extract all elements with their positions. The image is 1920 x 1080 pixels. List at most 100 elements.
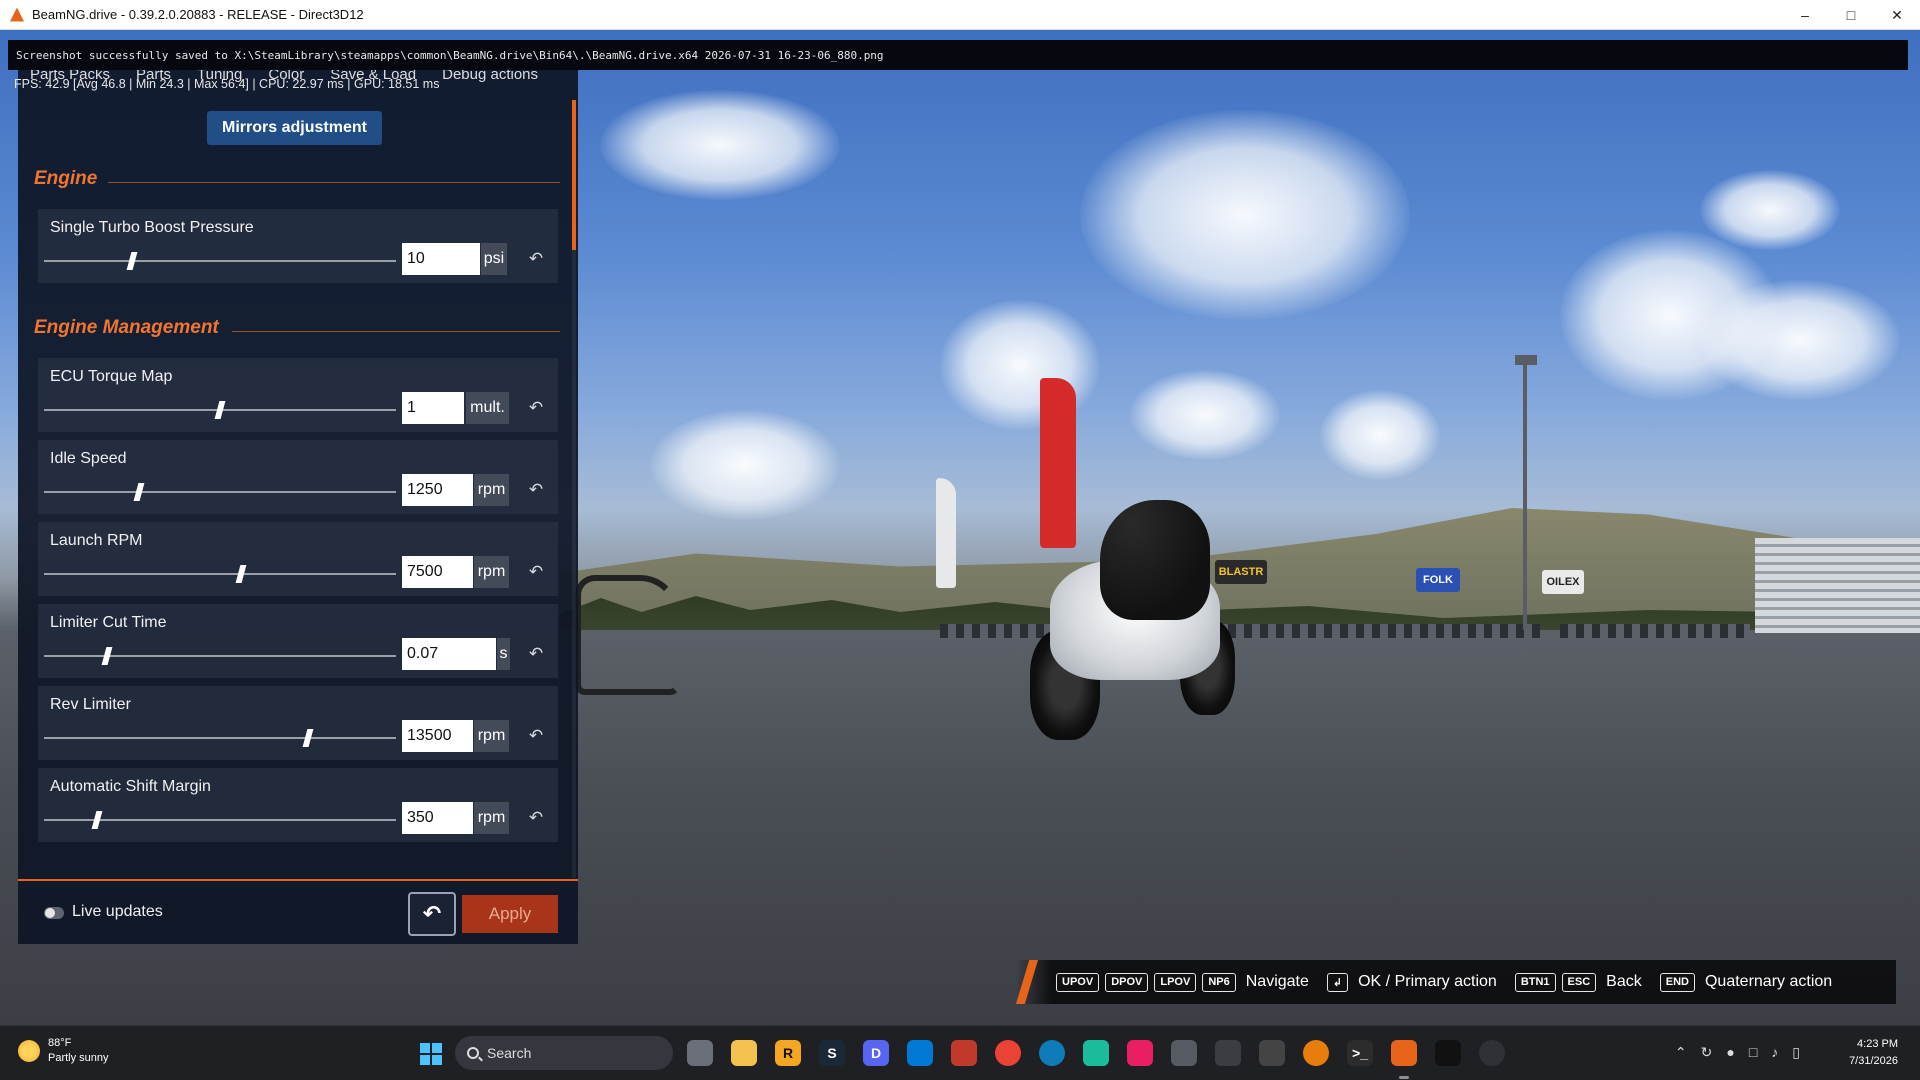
game-launcher-icon[interactable] bbox=[951, 1040, 977, 1066]
reset-icon[interactable]: ↶ bbox=[523, 392, 549, 424]
close-button[interactable]: ✕ bbox=[1874, 0, 1920, 30]
key-lpov: LPOV bbox=[1154, 972, 1197, 992]
sync-icon[interactable]: ↻ bbox=[1701, 1044, 1713, 1061]
reset-icon[interactable]: ↶ bbox=[523, 802, 549, 834]
maximize-button[interactable]: □ bbox=[1828, 0, 1874, 30]
light-pole-head bbox=[1515, 355, 1537, 365]
task-view-icon[interactable] bbox=[687, 1040, 713, 1066]
taskbar-search[interactable]: Search bbox=[455, 1036, 673, 1070]
cloud bbox=[1080, 110, 1410, 320]
rockstar-launcher-icon[interactable]: R bbox=[775, 1040, 801, 1066]
unit-label: rpm bbox=[474, 720, 509, 752]
grandstand bbox=[1755, 538, 1920, 633]
app-icon[interactable] bbox=[1171, 1040, 1197, 1066]
edge-icon[interactable] bbox=[1039, 1040, 1065, 1066]
slider-track[interactable] bbox=[44, 260, 396, 262]
section-title-engine: Engine bbox=[34, 168, 98, 189]
chrome-icon[interactable] bbox=[995, 1040, 1021, 1066]
value-input[interactable]: 350 bbox=[402, 802, 473, 834]
taskbar-clock[interactable]: 4:23 PM 7/31/2026 bbox=[1849, 1036, 1898, 1070]
controller-hints-bar: UPOV DPOV LPOV NP6 Navigate ↲ OK / Prima… bbox=[1016, 960, 1896, 1004]
key-btn1: BTN1 bbox=[1514, 972, 1556, 992]
track-barrier bbox=[1560, 624, 1750, 638]
live-updates-toggle[interactable] bbox=[44, 907, 64, 919]
cloud bbox=[1700, 170, 1840, 250]
hint-back[interactable]: Back bbox=[1606, 973, 1642, 991]
value-input[interactable]: 7500 bbox=[402, 556, 473, 588]
reset-icon[interactable]: ↶ bbox=[523, 720, 549, 752]
volume-icon[interactable]: ♪ bbox=[1771, 1044, 1778, 1061]
tuning-row-turbo-boost: Single Turbo Boost Pressure 10 psi ↶ bbox=[38, 209, 558, 283]
slider-track[interactable] bbox=[44, 573, 396, 575]
chevron-up-icon[interactable]: ⌃ bbox=[1675, 1044, 1687, 1061]
slider-track[interactable] bbox=[44, 491, 396, 493]
reset-icon[interactable]: ↶ bbox=[523, 638, 549, 670]
unit-label: rpm bbox=[474, 474, 509, 506]
live-updates-label: Live updates bbox=[72, 903, 163, 920]
discord-icon[interactable]: D bbox=[863, 1040, 889, 1066]
section-divider bbox=[108, 182, 560, 183]
slider-track[interactable] bbox=[44, 655, 396, 657]
row-label: Limiter Cut Time bbox=[50, 614, 167, 631]
rider bbox=[1100, 500, 1210, 620]
hint-quaternary-action[interactable]: Quaternary action bbox=[1705, 973, 1832, 991]
key-np6: NP6 bbox=[1202, 972, 1236, 992]
battery-icon[interactable]: ▯ bbox=[1792, 1044, 1800, 1061]
cloud bbox=[650, 410, 840, 520]
tuning-row-limiter-cut-time: Limiter Cut Time 0.07 s ↶ bbox=[38, 604, 558, 678]
reset-icon[interactable]: ↶ bbox=[523, 243, 549, 275]
unit-label: psi bbox=[481, 243, 507, 275]
beamng-icon[interactable] bbox=[1391, 1040, 1417, 1066]
console-output: Screenshot successfully saved to X:\Stea… bbox=[8, 40, 1908, 70]
value-input[interactable]: 13500 bbox=[402, 720, 473, 752]
undo-button[interactable]: ↶ bbox=[408, 892, 456, 936]
key-esc: ESC bbox=[1561, 972, 1597, 992]
reset-icon[interactable]: ↶ bbox=[523, 474, 549, 506]
search-label: Search bbox=[487, 1045, 532, 1061]
app-icon[interactable] bbox=[1215, 1040, 1241, 1066]
app-icon[interactable] bbox=[1083, 1040, 1109, 1066]
row-label: ECU Torque Map bbox=[50, 368, 173, 385]
beamng-app-icon bbox=[10, 7, 24, 22]
minimize-button[interactable]: – bbox=[1782, 0, 1828, 30]
hint-navigate[interactable]: Navigate bbox=[1246, 973, 1309, 991]
undo-icon: ↶ bbox=[422, 901, 442, 926]
cloud bbox=[1320, 390, 1440, 480]
app-icon[interactable] bbox=[1259, 1040, 1285, 1066]
key-upov: UPOV bbox=[1056, 972, 1100, 992]
weather-widget[interactable]: 88°F Partly sunny bbox=[18, 1036, 109, 1066]
microphone-icon[interactable]: ● bbox=[1726, 1044, 1734, 1061]
terminal-icon[interactable]: >_ bbox=[1347, 1040, 1373, 1066]
tuning-row-automatic-shift-margin: Automatic Shift Margin 350 rpm ↶ bbox=[38, 768, 558, 842]
mirrors-adjustment-button[interactable]: Mirrors adjustment bbox=[207, 111, 382, 145]
windows-start-icon[interactable] bbox=[420, 1043, 442, 1065]
oilex-sign: OILEX bbox=[1542, 570, 1584, 594]
tiktok-icon[interactable] bbox=[1435, 1040, 1461, 1066]
value-input[interactable]: 1 bbox=[402, 392, 464, 424]
app-store-icon[interactable] bbox=[907, 1040, 933, 1066]
folk-sign: FOLK bbox=[1416, 568, 1460, 592]
slider-track[interactable] bbox=[44, 737, 396, 739]
kart-vehicle bbox=[575, 575, 680, 695]
reset-icon[interactable]: ↶ bbox=[523, 556, 549, 588]
accent-slash bbox=[1016, 960, 1038, 1004]
tuning-row-rev-limiter: Rev Limiter 13500 rpm ↶ bbox=[38, 686, 558, 760]
file-explorer-icon[interactable] bbox=[731, 1040, 757, 1066]
apply-button[interactable]: Apply bbox=[462, 895, 558, 933]
blender-icon[interactable] bbox=[1303, 1040, 1329, 1066]
chatgpt-icon[interactable] bbox=[1479, 1040, 1505, 1066]
network-icon[interactable]: □ bbox=[1749, 1044, 1757, 1061]
key-dpov: DPOV bbox=[1105, 972, 1149, 992]
panel-scrollbar-thumb[interactable] bbox=[572, 100, 576, 250]
row-label: Automatic Shift Margin bbox=[50, 778, 211, 795]
value-input[interactable]: 0.07 bbox=[402, 638, 496, 670]
tiktok-icon[interactable] bbox=[1127, 1040, 1153, 1066]
hint-primary-action[interactable]: OK / Primary action bbox=[1358, 973, 1497, 991]
value-input[interactable]: 10 bbox=[402, 243, 480, 275]
system-tray: ⌃ ↻ ● □ ♪ ▯ bbox=[1675, 1044, 1800, 1061]
value-input[interactable]: 1250 bbox=[402, 474, 473, 506]
unit-label: mult. bbox=[466, 392, 509, 424]
tuning-row-launch-rpm: Launch RPM 7500 rpm ↶ bbox=[38, 522, 558, 596]
steam-icon[interactable]: S bbox=[819, 1040, 845, 1066]
search-icon bbox=[467, 1047, 479, 1059]
